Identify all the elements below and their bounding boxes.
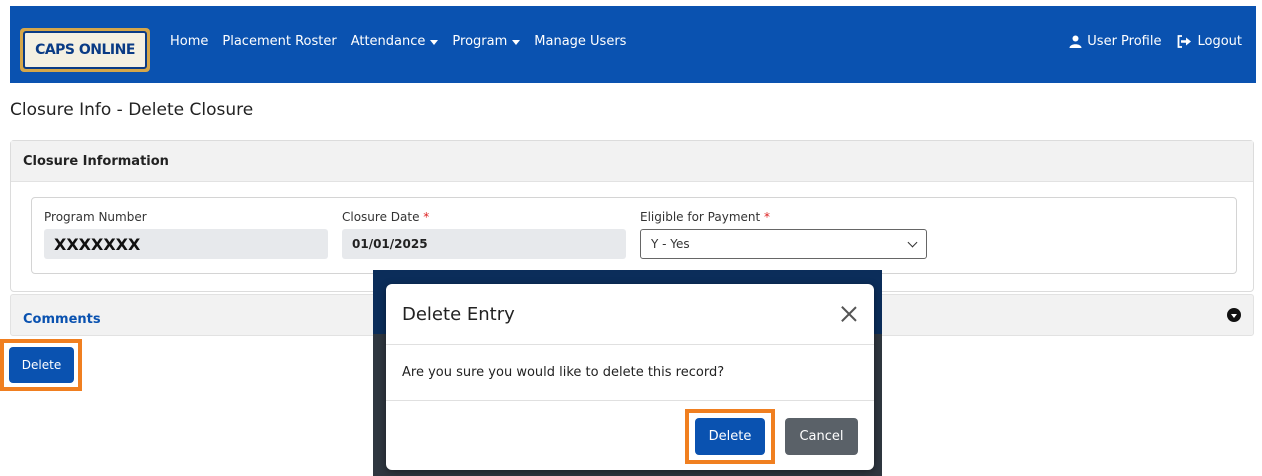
caret-down-icon: [512, 39, 521, 45]
closure-date-input: 01/01/2025: [342, 229, 626, 259]
eligible-for-payment-label: Eligible for Payment: [640, 210, 761, 224]
modal-header: Delete Entry: [386, 284, 874, 345]
required-mark: *: [764, 210, 771, 224]
closure-date-field: Closure Date * 01/01/2025: [342, 210, 626, 259]
closure-date-label: Closure Date: [342, 210, 420, 224]
delete-button[interactable]: Delete: [9, 347, 74, 383]
user-profile-link[interactable]: User Profile: [1069, 34, 1161, 49]
program-number-field: Program Number XXXXXXX: [44, 210, 328, 259]
logout-link[interactable]: Logout: [1177, 34, 1242, 49]
nav-item-attendance[interactable]: Attendance: [351, 34, 439, 49]
user-icon: [1069, 35, 1082, 48]
program-number-input: XXXXXXX: [44, 229, 328, 259]
nav-item-home[interactable]: Home: [170, 34, 208, 49]
eligible-for-payment-field: Eligible for Payment * Y - Yes: [640, 210, 927, 259]
close-icon[interactable]: [840, 305, 858, 323]
program-number-label: Program Number: [44, 210, 147, 224]
page-title: Closure Info - Delete Closure: [10, 100, 254, 120]
caps-online-logo[interactable]: CAPS ONLINE: [20, 28, 150, 72]
nav-item-manage-users[interactable]: Manage Users: [534, 34, 626, 49]
comments-label: Comments: [23, 312, 101, 327]
modal-cancel-button[interactable]: Cancel: [785, 418, 858, 455]
nav-right: User Profile Logout: [1069, 34, 1242, 49]
eligible-for-payment-select[interactable]: Y - Yes: [640, 229, 927, 259]
logo-text: CAPS ONLINE: [35, 42, 135, 58]
modal-message: Are you sure you would like to delete th…: [386, 345, 874, 401]
top-navbar: CAPS ONLINE Home Placement Roster Attend…: [10, 6, 1256, 83]
nav-menu: Home Placement Roster Attendance Program…: [170, 34, 626, 49]
select-value: Y - Yes: [651, 237, 690, 251]
nav-item-placement-roster[interactable]: Placement Roster: [222, 34, 336, 49]
modal-title: Delete Entry: [402, 303, 515, 325]
modal-delete-button[interactable]: Delete: [695, 418, 765, 455]
expand-circle-icon[interactable]: [1227, 308, 1241, 322]
caret-down-icon: [430, 39, 439, 45]
chevron-down-icon: [907, 237, 918, 247]
card-title: Closure Information: [11, 141, 1253, 182]
required-mark: *: [423, 210, 430, 224]
nav-item-program[interactable]: Program: [452, 34, 521, 49]
sign-out-icon: [1178, 35, 1192, 48]
fields-group: Program Number XXXXXXX Closure Date * 01…: [31, 197, 1237, 274]
